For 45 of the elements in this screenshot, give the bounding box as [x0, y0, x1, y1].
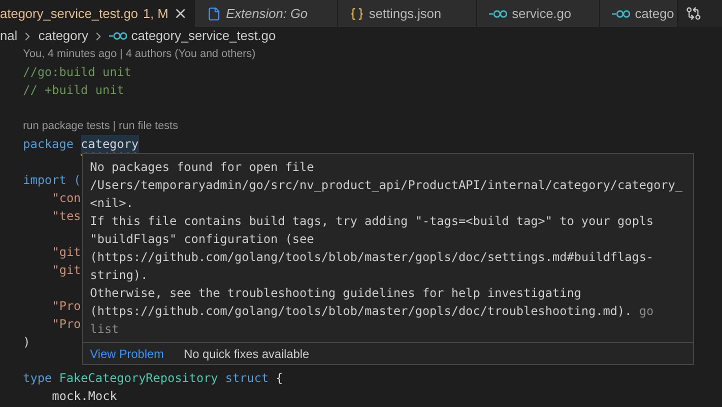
message-line: "buildFlags" configuration (see: [90, 231, 314, 248]
code-token: import (: [23, 172, 81, 189]
breadcrumb-item[interactable]: category_service_test.go: [131, 26, 276, 46]
codelens-text[interactable]: You, 4 minutes ago | 4 authors (You and others): [23, 46, 256, 62]
editor-tab[interactable]: settings.json: [338, 0, 477, 27]
message-line: /Users/temporaryadmin/go/src/nv_product_api/ProductAPI/internal/category/category_: [90, 177, 682, 194]
editor-tab[interactable]: Extension: Go: [195, 0, 338, 27]
message-line: (https://github.com/golang/tools/blob/master/gopls/doc/settings.md#buildflags-: [90, 249, 654, 266]
code-token: ): [23, 334, 30, 351]
message-line: Otherwise, see the troubleshooting guidelines for help investigating: [90, 285, 582, 302]
message-line: string).: [90, 267, 148, 284]
view-problem-link[interactable]: View Problem: [90, 344, 164, 362]
braces-icon: [350, 6, 364, 20]
breadcrumb-item[interactable]: category: [38, 26, 88, 46]
go-icon: [489, 10, 507, 18]
file-icon: [207, 6, 221, 20]
code-token: mock.Mock: [52, 388, 118, 405]
code-token: "Pro: [52, 316, 81, 333]
tab-status: 1, M: [143, 4, 168, 23]
go-icon: [612, 10, 630, 18]
breadcrumb-item[interactable]: nal: [0, 26, 18, 46]
code-token: //go:build unit: [23, 64, 132, 81]
quick-fix-note: No quick fixes available: [184, 346, 310, 362]
code-token: "git: [52, 262, 81, 279]
message-line: (https://github.com/golang/tools/blob/master/gopls/doc/troubleshooting.md). go list: [90, 303, 655, 338]
code-token: {: [276, 370, 284, 387]
editor-tab[interactable]: ategory_service_test.go 1, M: [0, 0, 195, 27]
codelens-text[interactable]: run package tests | run file tests: [23, 118, 178, 134]
code-token: // +build unit: [23, 82, 124, 99]
message-line: No packages found for open file: [90, 159, 314, 176]
code-token: package: [23, 136, 74, 153]
code-token: "tes: [52, 208, 81, 225]
code-token: "git: [52, 244, 81, 261]
editor-tab[interactable]: catego: [600, 0, 678, 27]
message-line: If this file contains build tags, try adding "-tags=<build tag>" to your gopls: [90, 213, 654, 230]
message-line: <nil>.: [90, 195, 134, 212]
code-token: struct: [225, 370, 269, 387]
code-token: FakeCategoryRepository: [59, 370, 218, 387]
code-token: category: [80, 135, 139, 153]
code-token: "Pro: [52, 298, 81, 315]
code-token: "con: [52, 190, 81, 207]
compare-icon[interactable]: [686, 6, 701, 21]
code-token: type: [23, 370, 52, 387]
go-icon: [109, 32, 128, 40]
editor-tab[interactable]: service.go: [477, 0, 600, 27]
